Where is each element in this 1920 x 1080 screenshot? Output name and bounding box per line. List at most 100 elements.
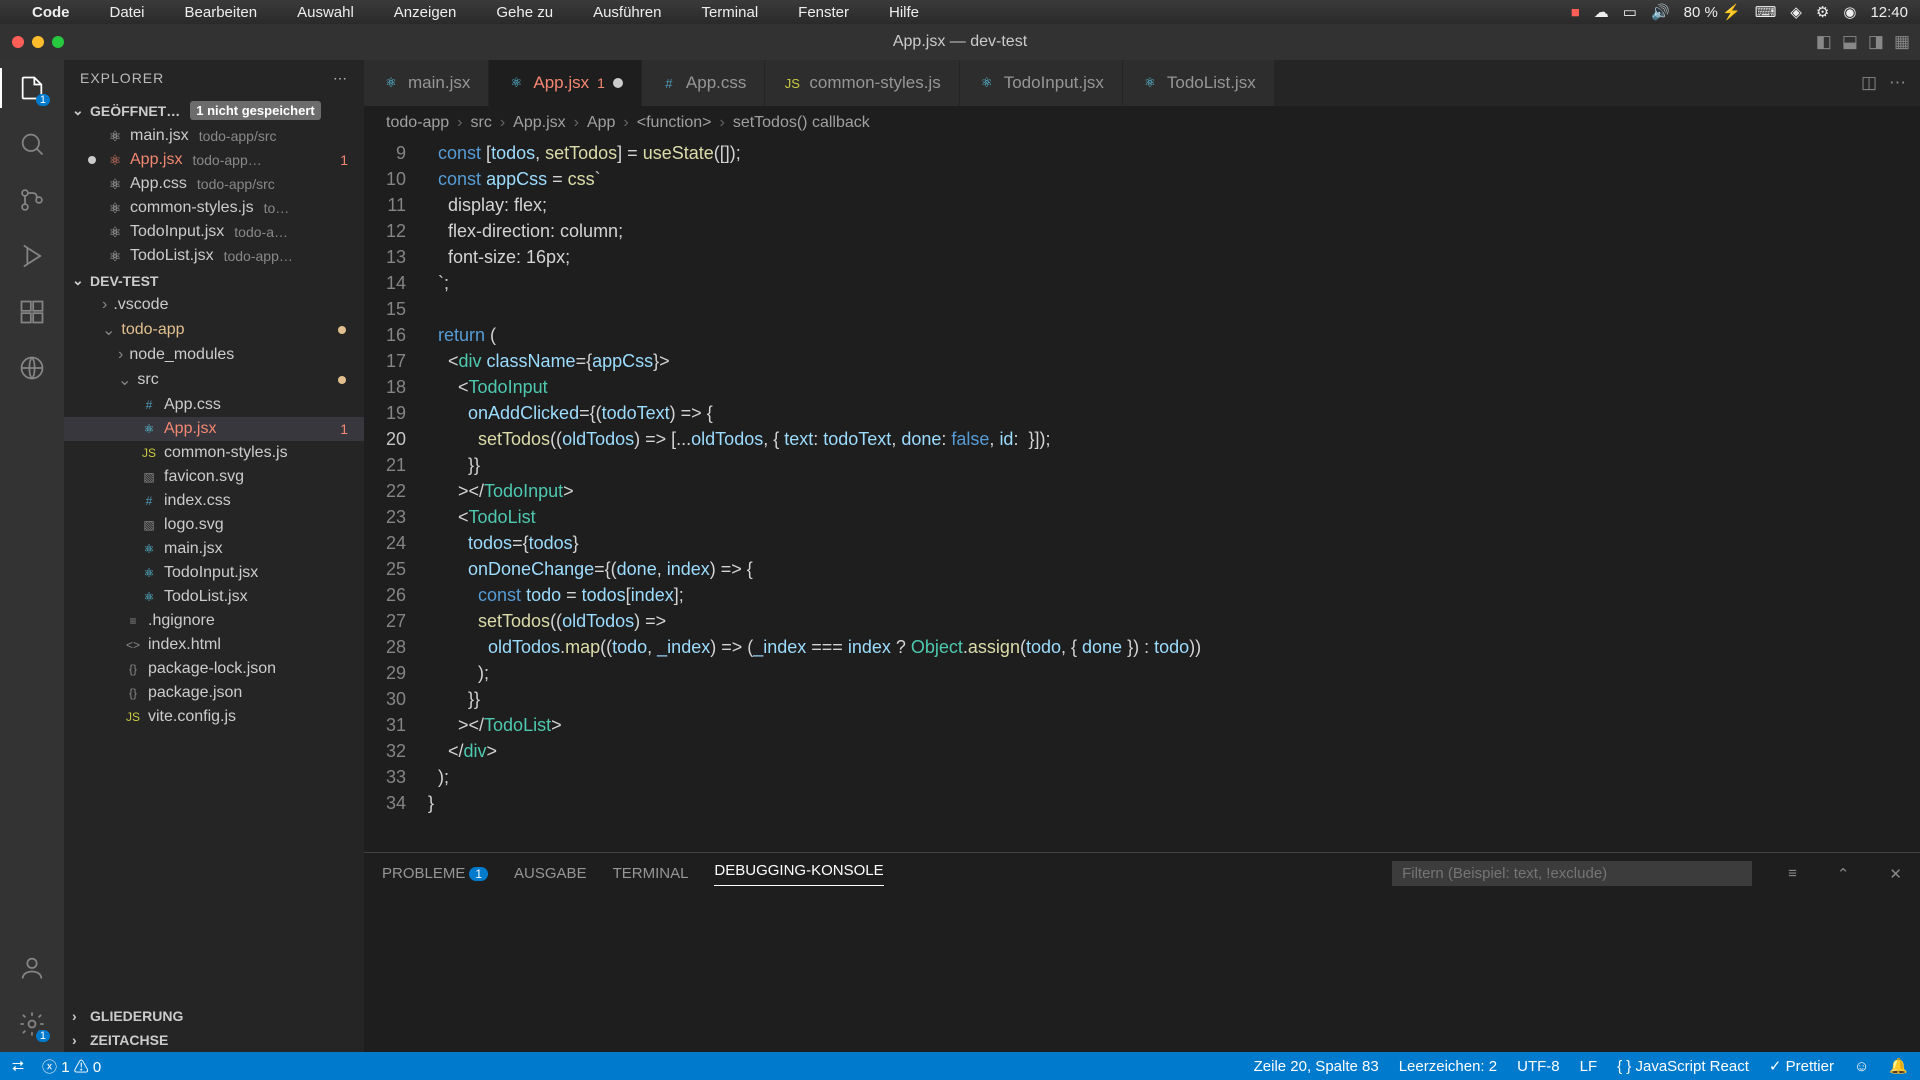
tree-item-App.css[interactable]: # App.css xyxy=(64,393,364,417)
clock[interactable]: 12:40 xyxy=(1870,4,1908,21)
cloud-icon[interactable]: ☁ xyxy=(1594,3,1609,21)
mac-menu-anzeigen[interactable]: Anzeigen xyxy=(394,4,457,21)
tree-item-.vscode[interactable]: › .vscode xyxy=(64,293,364,317)
timeline-header[interactable]: ›ZEITACHSE xyxy=(64,1028,364,1052)
open-file-App.css[interactable]: ⚛ App.css todo-app/src xyxy=(64,172,364,196)
siri-icon[interactable]: ◉ xyxy=(1843,3,1856,21)
open-file-common-styles.js[interactable]: ⚛ common-styles.js to… xyxy=(64,196,364,220)
tab-App.css[interactable]: # App.css xyxy=(642,60,765,106)
prettier-status[interactable]: ✓ Prettier xyxy=(1769,1057,1834,1075)
tree-item-node_modules[interactable]: › node_modules xyxy=(64,343,364,367)
mac-menu-code[interactable]: Code xyxy=(32,4,70,21)
debug-icon[interactable] xyxy=(16,240,48,272)
settings-gear-icon[interactable]: 1 xyxy=(16,1008,48,1040)
control-center-icon[interactable]: ⚙ xyxy=(1816,3,1829,21)
breadcrumb-seg[interactable]: src xyxy=(471,114,492,132)
tree-item-index.html[interactable]: <> index.html xyxy=(64,633,364,657)
expand-panel-icon[interactable]: ⌃ xyxy=(1837,865,1850,883)
account-icon[interactable] xyxy=(16,952,48,984)
layout-bottom-icon[interactable]: ⬓ xyxy=(1842,32,1858,52)
mac-menu-bearbeiten[interactable]: Bearbeiten xyxy=(185,4,258,21)
tree-item-common-styles.js[interactable]: JS common-styles.js xyxy=(64,441,364,465)
eol-status[interactable]: LF xyxy=(1580,1058,1598,1075)
mac-menu-datei[interactable]: Datei xyxy=(110,4,145,21)
panel-tab-AUSGABE[interactable]: AUSGABE xyxy=(514,865,587,882)
mac-menu-fenster[interactable]: Fenster xyxy=(798,4,849,21)
panel-tab-TERMINAL[interactable]: TERMINAL xyxy=(613,865,689,882)
open-file-main.jsx[interactable]: ⚛ main.jsx todo-app/src xyxy=(64,124,364,148)
sound-icon[interactable]: 🔊 xyxy=(1651,3,1670,21)
search-icon[interactable] xyxy=(16,128,48,160)
tree-item-TodoList.jsx[interactable]: ⚛ TodoList.jsx xyxy=(64,585,364,609)
breadcrumb-seg[interactable]: todo-app xyxy=(386,114,449,132)
language-status[interactable]: { } JavaScript React xyxy=(1617,1058,1749,1075)
wifi-icon[interactable]: ◈ xyxy=(1790,3,1802,21)
breadcrumb-seg[interactable]: App.jsx xyxy=(513,114,565,132)
minimize-window[interactable] xyxy=(32,36,44,48)
remote-status-icon[interactable]: ⮂ xyxy=(12,1058,24,1075)
close-window[interactable] xyxy=(12,36,24,48)
error-count[interactable]: ⓧ 1 ⚠ 0 xyxy=(42,1056,101,1077)
tree-item-package-lock.json[interactable]: {} package-lock.json xyxy=(64,657,364,681)
mac-menu-gehe zu[interactable]: Gehe zu xyxy=(496,4,553,21)
display-icon[interactable]: ▭ xyxy=(1623,3,1637,21)
encoding-status[interactable]: UTF-8 xyxy=(1517,1058,1560,1075)
file-path: to… xyxy=(264,200,290,216)
indent-status[interactable]: Leerzeichen: 2 xyxy=(1399,1058,1497,1075)
project-header[interactable]: ⌄DEV-TEST xyxy=(64,268,364,293)
bell-icon[interactable]: 🔔 xyxy=(1889,1057,1908,1075)
panel-tab-DEBUGGING-KONSOLE[interactable]: DEBUGGING-KONSOLE xyxy=(714,862,883,886)
breadcrumb-seg[interactable]: setTodos() callback xyxy=(733,114,870,132)
tree-item-.hgignore[interactable]: ≡ .hgignore xyxy=(64,609,364,633)
source-control-icon[interactable] xyxy=(16,184,48,216)
panel-filter-input[interactable] xyxy=(1392,861,1752,886)
tab-TodoList.jsx[interactable]: ⚛ TodoList.jsx xyxy=(1123,60,1275,106)
tab-more-icon[interactable]: ⋯ xyxy=(1889,73,1906,93)
tree-item-package.json[interactable]: {} package.json xyxy=(64,681,364,705)
code-editor[interactable]: 9101112131415161718192021222324252627282… xyxy=(364,140,1920,852)
open-file-TodoInput.jsx[interactable]: ⚛ TodoInput.jsx todo-a… xyxy=(64,220,364,244)
tree-item-index.css[interactable]: # index.css xyxy=(64,489,364,513)
file-name: common-styles.js xyxy=(130,199,254,217)
open-file-TodoList.jsx[interactable]: ⚛ TodoList.jsx todo-app… xyxy=(64,244,364,268)
mac-menu-terminal[interactable]: Terminal xyxy=(701,4,758,21)
tree-item-TodoInput.jsx[interactable]: ⚛ TodoInput.jsx xyxy=(64,561,364,585)
mac-menu-hilfe[interactable]: Hilfe xyxy=(889,4,919,21)
mac-menu-ausführen[interactable]: Ausführen xyxy=(593,4,661,21)
layout-grid-icon[interactable]: ▦ xyxy=(1894,32,1910,52)
layout-left-icon[interactable]: ◧ xyxy=(1816,32,1832,52)
breadcrumb-seg[interactable]: <function> xyxy=(637,114,712,132)
split-editor-icon[interactable]: ◫ xyxy=(1861,73,1877,93)
tree-item-main.jsx[interactable]: ⚛ main.jsx xyxy=(64,537,364,561)
tab-App.jsx[interactable]: ⚛ App.jsx 1 xyxy=(489,60,642,106)
layout-right-icon[interactable]: ◨ xyxy=(1868,32,1884,52)
cursor-position[interactable]: Zeile 20, Spalte 83 xyxy=(1254,1058,1379,1075)
tree-item-favicon.svg[interactable]: ▧ favicon.svg xyxy=(64,465,364,489)
minimap[interactable] xyxy=(1830,140,1920,852)
tree-item-logo.svg[interactable]: ▧ logo.svg xyxy=(64,513,364,537)
tree-item-src[interactable]: ⌄ src xyxy=(64,367,364,393)
tab-main.jsx[interactable]: ⚛ main.jsx xyxy=(364,60,489,106)
open-file-App.jsx[interactable]: ⚛ App.jsx todo-app… 1 xyxy=(64,148,364,172)
tab-common-styles.js[interactable]: JS common-styles.js xyxy=(765,60,959,106)
modified-icon xyxy=(613,78,623,88)
fullscreen-window[interactable] xyxy=(52,36,64,48)
mac-menu-auswahl[interactable]: Auswahl xyxy=(297,4,354,21)
tree-item-vite.config.js[interactable]: JS vite.config.js xyxy=(64,705,364,729)
outline-header[interactable]: ›GLIEDERUNG xyxy=(64,1004,364,1028)
extensions-icon[interactable] xyxy=(16,296,48,328)
feedback-icon[interactable]: ☺ xyxy=(1854,1058,1869,1075)
explorer-icon[interactable]: 1 xyxy=(16,72,48,104)
open-editors-header[interactable]: ⌄GEÖFFNET… 1 nicht gespeichert xyxy=(64,97,364,124)
panel-tab-PROBLEME[interactable]: PROBLEME1 xyxy=(382,865,488,882)
breadcrumb[interactable]: todo-app ›src ›App.jsx ›App ›<function> … xyxy=(364,106,1920,140)
tree-item-App.jsx[interactable]: ⚛ App.jsx 1 xyxy=(64,417,364,441)
keyboard-icon[interactable]: ⌨ xyxy=(1755,3,1777,21)
close-panel-icon[interactable]: ✕ xyxy=(1889,865,1902,883)
tree-item-todo-app[interactable]: ⌄ todo-app xyxy=(64,317,364,343)
more-icon[interactable]: ⋯ xyxy=(333,70,348,87)
breadcrumb-seg[interactable]: App xyxy=(587,114,615,132)
filter-icon[interactable]: ≡ xyxy=(1788,865,1797,882)
remote-icon[interactable] xyxy=(16,352,48,384)
tab-TodoInput.jsx[interactable]: ⚛ TodoInput.jsx xyxy=(960,60,1123,106)
